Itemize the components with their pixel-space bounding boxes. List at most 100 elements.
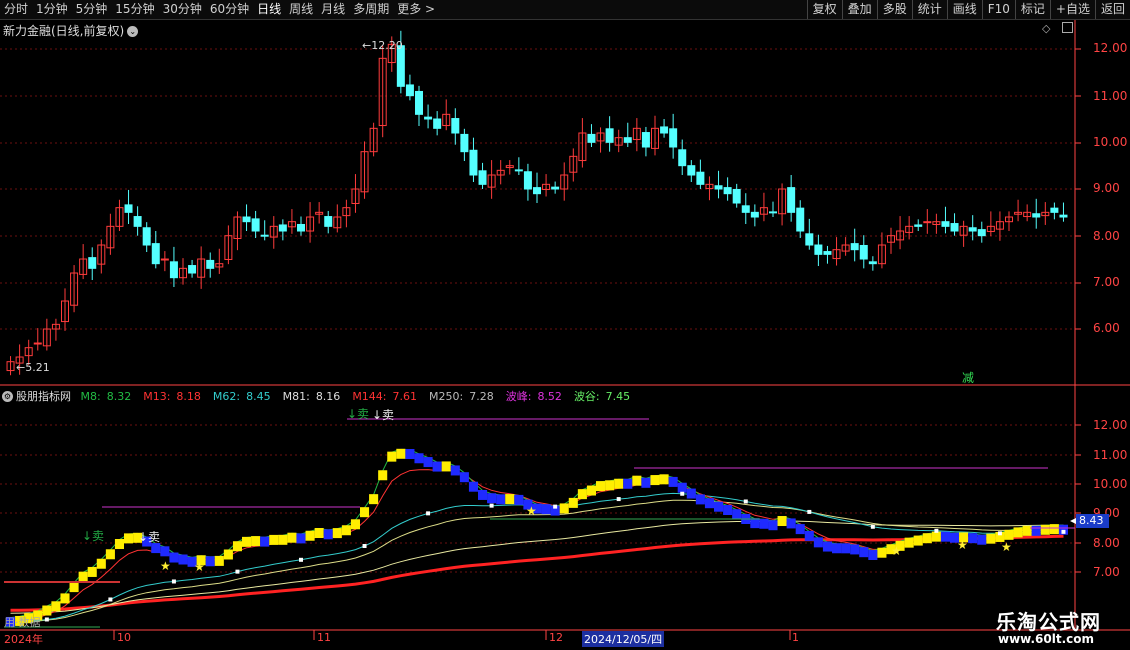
candle-body xyxy=(977,229,986,237)
trend-block xyxy=(114,539,124,550)
candle-body xyxy=(968,227,977,232)
reduce-signal-tag: 减 xyxy=(962,371,975,385)
candle-body xyxy=(297,223,305,232)
candle-body xyxy=(750,211,759,218)
candle-body xyxy=(514,169,523,172)
candle-body xyxy=(478,170,487,185)
trend-block xyxy=(768,520,778,531)
candle-body xyxy=(723,187,732,195)
trend-block xyxy=(341,525,351,536)
main-axis-tick: 8.00 xyxy=(1093,229,1120,243)
candle-body xyxy=(188,265,197,274)
low-price-value: 5.21 xyxy=(25,361,50,374)
trend-block xyxy=(822,541,832,552)
candle-body xyxy=(433,118,442,129)
trend-block xyxy=(614,478,624,489)
candle-body xyxy=(787,187,796,213)
candle-body xyxy=(805,233,814,246)
panel-close-icon[interactable] xyxy=(1062,22,1073,33)
trend-block xyxy=(1040,524,1050,535)
trend-block xyxy=(732,509,742,520)
candle-body xyxy=(850,243,859,251)
m62-dot xyxy=(108,597,113,602)
trend-block xyxy=(850,544,860,555)
stock-title-text: 新力金融(日线,前复权) xyxy=(3,24,125,38)
chart-canvas[interactable]: ★ ★ ★ ★ ★ ★ xyxy=(0,0,1130,650)
star-icon: ★ xyxy=(194,560,205,574)
trend-block xyxy=(260,536,270,547)
candle-body xyxy=(868,261,877,265)
star-icon: ★ xyxy=(957,538,968,552)
trend-block xyxy=(42,605,52,616)
candle-body xyxy=(460,133,469,153)
ma8-line xyxy=(10,448,1064,619)
trend-block xyxy=(641,477,651,488)
m62-dot xyxy=(489,503,494,508)
arrow-left-icon: ← xyxy=(362,39,372,52)
indicator-axis-tick: 12.00 xyxy=(1093,418,1128,432)
m62-dot xyxy=(299,557,303,562)
trend-block xyxy=(623,478,633,489)
trend-block xyxy=(668,476,678,487)
candle-body xyxy=(660,126,669,134)
m62-dot xyxy=(235,569,240,574)
trend-block xyxy=(459,472,469,483)
trend-block xyxy=(804,530,814,541)
trend-block xyxy=(1031,525,1041,536)
trend-block xyxy=(913,535,923,546)
trend-block xyxy=(405,449,415,460)
settings-diamond-icon[interactable]: ◇ xyxy=(1042,22,1050,35)
gear-icon[interactable]: ⚙ xyxy=(2,391,13,402)
trend-block xyxy=(931,531,941,542)
readout-peak: 波峰: 8.52 xyxy=(505,390,562,403)
high-price-label: ←12.20 xyxy=(362,39,403,52)
candle-body xyxy=(206,259,215,269)
candle-body xyxy=(941,221,950,227)
trend-block xyxy=(214,555,224,566)
readout-m62: M62: 8.45 xyxy=(212,390,271,403)
trend-block xyxy=(487,493,497,504)
trend-block xyxy=(859,547,869,558)
trend-block xyxy=(60,593,70,604)
candle-body xyxy=(169,261,178,279)
main-axis-tick: 12.00 xyxy=(1093,41,1128,55)
trend-block xyxy=(723,505,733,516)
candle-body xyxy=(251,218,260,232)
trend-block xyxy=(677,482,687,493)
star-icon: ★ xyxy=(891,544,902,558)
main-axis-tick: 9.00 xyxy=(1093,181,1120,195)
readout-m250: M250: 7.28 xyxy=(429,390,494,403)
main-axis-tick: 6.00 xyxy=(1093,321,1120,335)
trend-block xyxy=(323,529,333,540)
readout-trough: 波谷: 7.45 xyxy=(573,390,631,403)
chevron-down-icon[interactable]: ⌄ xyxy=(127,26,139,37)
candle-body xyxy=(678,149,687,167)
trend-block xyxy=(305,530,315,541)
chart-decorations: ★ ★ ★ ★ ★ ★ xyxy=(4,418,1076,640)
m62-dot xyxy=(743,499,748,504)
trend-block xyxy=(777,516,787,527)
trend-block xyxy=(904,537,914,548)
m62-dot xyxy=(1061,529,1066,534)
indicator-series xyxy=(6,448,1068,627)
trend-block xyxy=(605,480,615,491)
m62-dot xyxy=(934,528,939,533)
candle-body xyxy=(859,244,868,260)
candle-body xyxy=(796,207,805,232)
trend-block xyxy=(332,528,342,539)
trend-block xyxy=(160,546,170,557)
current-value-badge: 8.43 xyxy=(1076,514,1109,528)
trend-block xyxy=(69,582,79,593)
trend-block xyxy=(832,543,842,554)
candle-body xyxy=(424,116,433,120)
watermark-url: www.60lt.com xyxy=(998,632,1095,646)
m62-dot xyxy=(362,543,367,548)
date-label: 12 xyxy=(549,631,563,644)
candle-body xyxy=(469,149,478,176)
trend-block xyxy=(596,481,606,492)
indicator-axis-tick: 8.00 xyxy=(1093,536,1120,550)
candle-body xyxy=(260,234,269,237)
candle-body xyxy=(696,171,705,185)
m62-dot xyxy=(616,497,621,502)
candle-body xyxy=(142,227,151,246)
